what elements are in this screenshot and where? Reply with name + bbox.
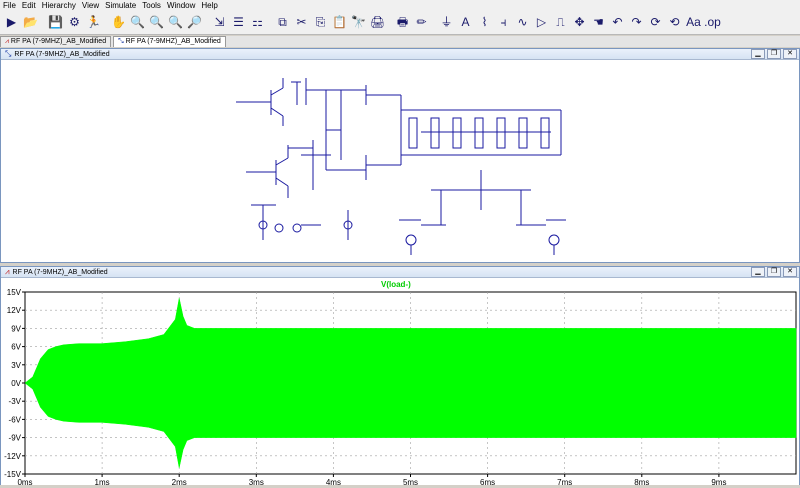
label-icon[interactable]: A — [456, 13, 475, 32]
paste-icon[interactable]: 📋 — [330, 13, 349, 32]
save-icon[interactable]: 💾 — [46, 13, 65, 32]
menu-hierarchy[interactable]: Hierarchy — [39, 0, 79, 11]
close-button[interactable]: ✕ — [783, 267, 797, 277]
undo-icon[interactable]: ↶ — [608, 13, 627, 32]
schematic-icon: ⤡ — [118, 38, 126, 45]
menu-simulate[interactable]: Simulate — [102, 0, 139, 11]
text-icon[interactable]: Aa — [684, 13, 703, 32]
ground-icon[interactable]: ⏚ — [437, 13, 456, 32]
window-title: RF PA (7-9MHZ)_AB_Modified — [14, 50, 110, 58]
tab-waveform[interactable]: ⩘ RF PA (7-9MHZ)_AB_Modified — [0, 36, 112, 47]
diode-icon[interactable]: ▷ — [532, 13, 551, 32]
capacitor-icon[interactable]: ⫞ — [494, 13, 513, 32]
toolbar: ▶ 📂 💾 ⚙ 🏃 ✋ 🔍 🔍 🔍 🔎 ⇲ ☰ ⚏ ⧉ ✂ ⎘ 📋 🔭 🖨 🖶 ✏ ⏚ A ⌇ ⫞ ∿ ▷ ⎍ ✥ ☚ ↶ ↷ ⟳ ⟲ Aa .op — [0, 11, 800, 35]
halt-icon[interactable]: 🏃 — [84, 13, 103, 32]
window-title: RF PA (7-9MHZ)_AB_Modified — [12, 268, 108, 276]
schematic-icon: ⤡ — [5, 49, 12, 58]
menu-file[interactable]: File — [0, 0, 19, 11]
y-tick-label: 0V — [11, 379, 21, 388]
inductor-icon[interactable]: ∿ — [513, 13, 532, 32]
drag-icon[interactable]: ☚ — [589, 13, 608, 32]
y-tick-label: -12V — [4, 452, 22, 461]
waveform-title-bar: ⩘ RF PA (7-9MHZ)_AB_Modified ▁ ❐ ✕ — [1, 267, 799, 278]
restore-button[interactable]: ❐ — [767, 267, 781, 277]
schematic-drawing — [236, 78, 566, 255]
mirror-icon[interactable]: ⟲ — [665, 13, 684, 32]
y-tick-label: -3V — [9, 397, 22, 406]
tile-vertical-icon[interactable]: ⚏ — [248, 13, 267, 32]
menu-tools[interactable]: Tools — [139, 0, 164, 11]
y-tick-label: 12V — [7, 306, 22, 315]
ltspice-window: File Edit Hierarchy View Simulate Tools … — [0, 0, 800, 488]
menu-window[interactable]: Window — [164, 0, 198, 11]
open-icon[interactable]: 📂 — [21, 13, 40, 32]
cascade-icon[interactable]: ⧉ — [273, 13, 292, 32]
schematic-window: ⤡ RF PA (7-9MHZ)_AB_Modified ▁ ❐ ✕ — [0, 48, 800, 263]
restore-button[interactable]: ❐ — [767, 49, 781, 59]
control-panel-icon[interactable]: ⚙ — [65, 13, 84, 32]
minimize-button[interactable]: ▁ — [751, 267, 765, 277]
menu-edit[interactable]: Edit — [19, 0, 39, 11]
print-icon[interactable]: 🖨 — [368, 13, 387, 32]
print-setup-icon[interactable]: 🖶 — [393, 13, 412, 32]
document-tabs: ⩘ RF PA (7-9MHZ)_AB_Modified ⤡ RF PA (7-… — [0, 36, 800, 47]
spice-directive-icon[interactable]: .op — [703, 13, 722, 32]
schematic-title-bar: ⤡ RF PA (7-9MHZ)_AB_Modified ▁ ❐ ✕ — [1, 49, 799, 60]
y-tick-label: -6V — [9, 415, 22, 424]
copy-icon[interactable]: ⎘ — [311, 13, 330, 32]
waveform-plot-area[interactable]: V(load-) 15V 12V 9V 6V 3V 0V -3V -6V -9V -12V -15V… — [1, 278, 799, 487]
move-icon[interactable]: ✥ — [570, 13, 589, 32]
autorange-icon[interactable]: ⇲ — [210, 13, 229, 32]
minimize-button[interactable]: ▁ — [751, 49, 765, 59]
pan-icon[interactable]: ✋ — [109, 13, 128, 32]
zoom-in-icon[interactable]: 🔍 — [128, 13, 147, 32]
close-button[interactable]: ✕ — [783, 49, 797, 59]
zoom-out-icon[interactable]: 🔍 — [147, 13, 166, 32]
y-tick-label: 3V — [11, 361, 21, 370]
tab-schematic[interactable]: ⤡ RF PA (7-9MHZ)_AB_Modified — [113, 36, 226, 47]
schematic-canvas[interactable] — [1, 60, 799, 262]
run-icon[interactable]: ▶ — [2, 13, 21, 32]
wire-icon[interactable]: ✏ — [412, 13, 431, 32]
waveform-chart: 15V12V9V6V3V0V-3V-6V-9V-12V-15V0ms 1ms 2ms… — [4, 288, 797, 487]
tile-horizontal-icon[interactable]: ☰ — [229, 13, 248, 32]
y-tick-label: 9V — [11, 324, 21, 333]
y-tick-label: -9V — [9, 434, 22, 443]
redo-icon[interactable]: ↷ — [627, 13, 646, 32]
menu-bar: File Edit Hierarchy View Simulate Tools … — [0, 0, 800, 11]
menu-help[interactable]: Help — [198, 0, 220, 11]
cut-icon[interactable]: ✂ — [292, 13, 311, 32]
zoom-fit-icon[interactable]: 🔍 — [166, 13, 185, 32]
component-icon[interactable]: ⎍ — [551, 13, 570, 32]
y-tick-label: 6V — [11, 343, 21, 352]
waveform-window: ⩘ RF PA (7-9MHZ)_AB_Modified ▁ ❐ ✕ V(loa… — [0, 266, 800, 488]
find-icon[interactable]: 🔭 — [349, 13, 368, 32]
tab-label: RF PA (7-9MHZ)_AB_Modified — [125, 38, 221, 45]
y-tick-label: 15V — [7, 288, 22, 297]
resistor-icon[interactable]: ⌇ — [475, 13, 494, 32]
zoom-cancel-icon[interactable]: 🔎 — [185, 13, 204, 32]
menu-view[interactable]: View — [79, 0, 102, 11]
tab-label: RF PA (7-9MHZ)_AB_Modified — [10, 38, 107, 45]
waveform-icon: ⩘ — [5, 267, 10, 276]
rotate-icon[interactable]: ⟳ — [646, 13, 665, 32]
